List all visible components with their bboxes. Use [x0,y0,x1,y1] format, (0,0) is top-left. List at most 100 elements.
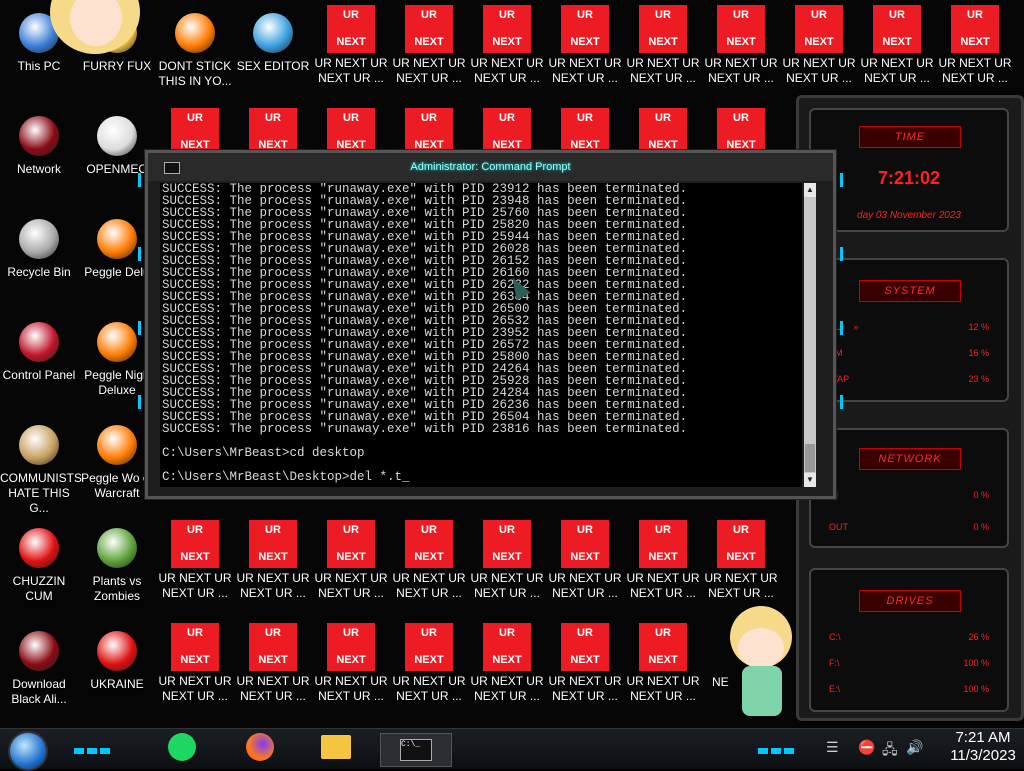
desktop-icon-sex-editor[interactable]: SEX EDITOR [234,5,312,105]
desktop-icon-ukraine[interactable]: UKRAINE [78,623,156,723]
start-button[interactable] [8,731,48,771]
scroll-thumb[interactable] [805,444,815,472]
desktop-icon-ur-next[interactable]: UR NEXT [234,108,312,150]
console-line: C:\Users\MrBeast>cd desktop [162,446,365,460]
desktop-icon-label: UKRAINE [90,677,144,691]
title-bar[interactable]: Administrator: Command Prompt [148,153,833,181]
ur-next-icon: UR NEXT [483,108,531,150]
ur-next-icon: UR NEXT [873,5,921,53]
dont-stick-icon [175,13,215,53]
desktop-icon-ur-next[interactable]: UR NEXT [702,108,780,150]
taskbar-decoration [758,741,794,754]
scroll-down-arrow-icon[interactable]: ▼ [804,473,816,487]
desktop-icon-ur-next[interactable]: UR NEXT [546,108,624,150]
desktop-icon-label: UR NEXT UR NEXT UR ... [548,674,622,703]
desktop-icon-ur-next[interactable]: UR NEXT UR NEXT UR NEXT UR ... [390,5,468,105]
next-text: NEXT [258,551,288,563]
system-title: SYSTEM [859,280,961,302]
desktop-icon-ur-next[interactable]: UR NEXT UR NEXT UR NEXT UR ... [858,5,936,105]
ur-text: UR [187,627,203,639]
next-text: NEXT [414,551,444,563]
desktop-icon-recycle-bin[interactable]: Recycle Bin [0,211,78,311]
desktop-icon-ur-next[interactable]: UR NEXT UR NEXT UR NEXT UR ... [780,5,858,105]
net-out-row: OUT 0 % [829,522,989,532]
desktop-icon-ur-next[interactable]: UR NEXT UR NEXT UR NEXT UR ... [546,520,624,620]
volume-icon[interactable]: 🔊 [906,739,923,756]
clock[interactable]: 7:21 AM 11/3/2023 [948,729,1018,765]
ur-next-icon: UR NEXT [483,623,531,671]
file-explorer-taskbar-button[interactable] [308,733,364,765]
desktop-icon-ur-next[interactable]: UR NEXT UR NEXT UR NEXT UR ... [234,520,312,620]
next-text: NEXT [570,654,600,666]
desktop-icon-label: UR NEXT UR NEXT UR ... [158,674,232,703]
desktop-icon-ur-next[interactable]: UR NEXT [624,108,702,150]
next-text: NEXT [492,551,522,563]
ur-next-icon: UR NEXT [561,623,609,671]
desktop-icon-label: Recycle Bin [7,265,71,279]
desktop-icon-chuzzin[interactable]: CHUZZIN CUM [0,520,78,620]
spotify-taskbar-button[interactable] [154,733,210,765]
command-prompt-taskbar-button[interactable]: C:\_ [380,733,452,767]
drive-value: 26 % [968,632,989,642]
ur-text: UR [499,112,515,124]
desktop-icon-label: UR NEXT UR NEXT UR ... [236,674,310,703]
next-text: NEXT [180,139,210,150]
next-text: NEXT [336,654,366,666]
tray-overflow-icon[interactable]: ☰ [826,739,839,756]
desktop-icon-ur-next[interactable]: UR NEXT UR NEXT UR NEXT UR ... [312,520,390,620]
desktop-icon-ur-next[interactable]: UR NEXT [390,108,468,150]
drive-value: 100 % [963,684,989,694]
desktop-icon-ur-next[interactable]: UR NEXT UR NEXT UR NEXT UR ... [390,623,468,723]
ur-text: UR [343,524,359,536]
desktop-icon-ur-next[interactable]: UR NEXT [156,108,234,150]
console-output[interactable]: SUCCESS: The process "runaway.exe" with … [160,183,802,487]
ur-text: UR [733,112,749,124]
sex-editor-icon [253,13,293,53]
security-icon[interactable]: ⛔ [858,739,875,756]
ur-next-icon: UR NEXT [405,5,453,53]
desktop-icon-ur-next[interactable]: UR NEXT UR NEXT UR NEXT UR ... [156,520,234,620]
spotify-icon [168,733,196,761]
desktop-icon-ur-next[interactable]: UR NEXT UR NEXT UR NEXT UR ... [156,623,234,723]
command-prompt-window[interactable]: Administrator: Command Prompt SUCCESS: T… [138,150,843,499]
desktop-icon-ur-next[interactable]: UR NEXT UR NEXT UR NEXT UR ... [546,5,624,105]
desktop-icon-ur-next[interactable]: UR NEXT [468,108,546,150]
ur-next-icon: UR NEXT [249,623,297,671]
desktop-icon-ur-next[interactable]: UR NEXT UR NEXT UR NEXT UR ... [312,623,390,723]
desktop-icon-plants-vs-zombies[interactable]: Plants vs Zombies [78,520,156,620]
scroll-up-arrow-icon[interactable]: ▲ [804,183,816,197]
desktop-icon-ur-next[interactable]: UR NEXT UR NEXT UR NEXT UR ... [546,623,624,723]
desktop-icon-ur-next[interactable]: UR NEXT [312,108,390,150]
desktop-icon-ur-next[interactable]: UR NEXT UR NEXT UR NEXT UR ... [624,5,702,105]
next-text: NEXT [258,654,288,666]
desktop-icon-ur-next[interactable]: UR NEXT UR NEXT UR NEXT UR ... [390,520,468,620]
time-title: TIME [859,126,961,148]
desktop-icon-ur-next[interactable]: UR NEXT UR NEXT UR NEXT UR ... [624,520,702,620]
desktop-icon-communists[interactable]: COMMUNISTS HATE THIS G... [0,417,82,517]
ur-text: UR [733,524,749,536]
desktop-icon-ur-next[interactable]: UR NEXT UR NEXT UR NEXT UR ... [624,623,702,723]
firefox-taskbar-button[interactable] [232,733,288,765]
openmeo-icon [97,116,137,156]
next-text: NEXT [960,36,990,48]
scrollbar[interactable]: ▲ ▼ [804,183,816,487]
peggle-nights-icon [97,322,137,362]
desktop-icon-ur-next[interactable]: UR NEXT UR NEXT UR NEXT UR ... [936,5,1014,105]
clock-date: 11/3/2023 [950,747,1016,764]
desktop-icon-ur-next[interactable]: UR NEXT UR NEXT UR NEXT UR ... [468,623,546,723]
desktop-icon-dont-stick[interactable]: DONT STICK THIS IN YO... [156,5,234,105]
desktop-icon-ur-next[interactable]: UR NEXT UR NEXT UR NEXT UR ... [468,520,546,620]
desktop-icon-download-black-ali[interactable]: Download Black Ali... [0,623,78,723]
desktop-icon-control-panel[interactable]: Control Panel [0,314,78,414]
desktop-icon-ur-next[interactable]: UR NEXT UR NEXT UR NEXT UR ... [312,5,390,105]
net-out-label: OUT [829,522,848,532]
swap-value: 23 % [968,374,989,384]
desktop-icon-ur-next[interactable]: UR NEXT UR NEXT UR NEXT UR ... [702,5,780,105]
network-icon[interactable]: 🖧 [882,739,898,763]
desktop-icon-network[interactable]: Network [0,108,78,208]
ur-next-icon: UR NEXT [483,5,531,53]
next-text: NEXT [648,551,678,563]
ur-next-icon: UR NEXT [795,5,843,53]
desktop-icon-ur-next[interactable]: UR NEXT UR NEXT UR NEXT UR ... [234,623,312,723]
desktop-icon-ur-next[interactable]: UR NEXT UR NEXT UR NEXT UR ... [468,5,546,105]
